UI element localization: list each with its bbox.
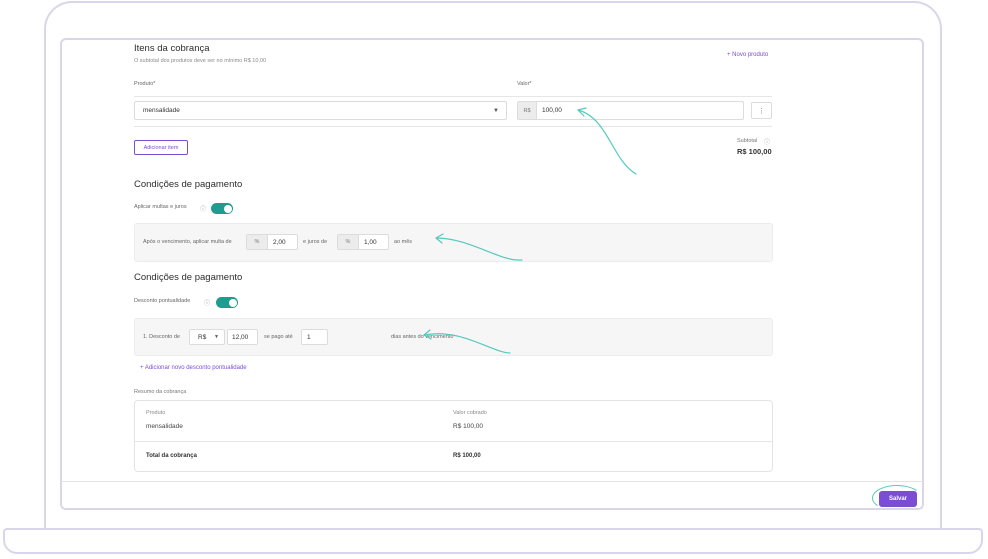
- laptop-base: [3, 528, 983, 554]
- summary-title: Resumo da cobrança: [134, 389, 187, 395]
- amount-input[interactable]: R$ 100,00: [517, 101, 744, 120]
- items-title: Itens da cobrança: [134, 43, 210, 54]
- info-icon[interactable]: ⓘ: [204, 298, 210, 307]
- discount-text-middle: se pago até: [264, 334, 293, 340]
- add-discount-link[interactable]: + Adicionar novo desconto pontualidade: [140, 365, 247, 371]
- product-select-value: mensalidade: [143, 107, 180, 114]
- discount-currency-select[interactable]: R$ ▼: [189, 329, 225, 345]
- discount-days-input[interactable]: 1: [301, 329, 328, 345]
- new-product-link[interactable]: + Novo produto: [727, 52, 768, 58]
- info-icon[interactable]: ⓘ: [200, 204, 206, 213]
- charge-form: Itens da cobrança O subtotal dos produto…: [62, 40, 922, 482]
- kebab-menu-icon: ⋮: [758, 107, 765, 115]
- discount-days-value: 1: [307, 333, 311, 341]
- interest-input[interactable]: % 1,00: [337, 234, 389, 250]
- add-item-button[interactable]: Adicionar item: [134, 140, 188, 155]
- summary-row-product: mensalidade: [146, 423, 183, 430]
- discount-amount-value: 12,00: [232, 333, 249, 341]
- fines-text-after: ao mês: [394, 239, 413, 245]
- subtotal-label: Subtotal: [737, 138, 758, 144]
- summary-total-value: R$ 100,00: [453, 453, 481, 459]
- fines-toggle[interactable]: [211, 203, 233, 214]
- product-select[interactable]: mensalidade ▼: [134, 101, 507, 120]
- currency-prefix: R$: [518, 102, 537, 119]
- chevron-down-icon: ▼: [214, 334, 219, 340]
- fines-text-before: Após o vencimento, aplicar multa de: [143, 239, 232, 245]
- subtotal-value: R$ 100,00: [737, 147, 772, 156]
- discount-currency-value: R$: [198, 333, 207, 341]
- discount-panel: 1. Desconto de R$ ▼ 12,00 se pago até 1 …: [134, 318, 773, 356]
- summary-row-value: R$ 100,00: [453, 423, 483, 430]
- discount-toggle-label: Desconto pontualidade: [134, 298, 191, 304]
- interest-value: 1,00: [364, 238, 377, 246]
- summary-card: Produto Valor cobrado mensalidade R$ 100…: [134, 400, 773, 472]
- fines-title: Condições de pagamento: [134, 179, 243, 190]
- save-button[interactable]: Salvar: [879, 491, 917, 507]
- divider: [134, 126, 772, 127]
- summary-col-value: Valor cobrado: [453, 410, 487, 416]
- footer-bar: Salvar: [62, 481, 922, 508]
- fines-panel: Após o vencimento, aplicar multa de % 2,…: [134, 223, 773, 262]
- fines-text-middle: e juros de: [303, 239, 328, 245]
- fine-value: 2,00: [273, 238, 286, 246]
- items-subtitle: O subtotal dos produtos deve ser no míni…: [134, 58, 267, 64]
- discount-row-label: 1. Desconto de: [143, 334, 180, 340]
- app-screen: Itens da cobrança O subtotal dos produto…: [60, 38, 924, 510]
- summary-col-product: Produto: [146, 410, 166, 416]
- discount-toggle[interactable]: [216, 297, 238, 308]
- value-label: Valor*: [517, 81, 532, 87]
- summary-total-label: Total da cobrança: [146, 453, 197, 459]
- discount-title: Condições de pagamento: [134, 272, 243, 283]
- chevron-down-icon: ▼: [493, 107, 499, 114]
- divider: [135, 441, 772, 442]
- product-label: Produto*: [134, 81, 156, 87]
- info-icon[interactable]: ⓘ: [764, 137, 770, 146]
- interest-prefix: %: [338, 235, 359, 249]
- fine-input[interactable]: % 2,00: [246, 234, 298, 250]
- fine-prefix: %: [247, 235, 268, 249]
- amount-value: 100,00: [542, 107, 562, 114]
- discount-amount-input[interactable]: 12,00: [227, 329, 258, 345]
- more-options-button[interactable]: ⋮: [751, 102, 772, 119]
- divider: [134, 96, 772, 97]
- fines-toggle-label: Aplicar multas e juros: [134, 204, 187, 210]
- discount-text-after: dias antes do vencimento: [391, 334, 454, 340]
